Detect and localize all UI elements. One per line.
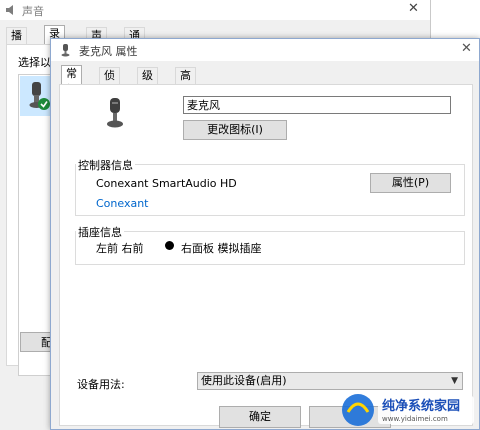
- device-usage-value: 使用此设备(启用): [201, 374, 287, 387]
- svg-text:www.yidaimei.com: www.yidaimei.com: [382, 415, 448, 423]
- dialog-close-button[interactable]: ✕: [461, 41, 472, 56]
- change-icon-button[interactable]: 更改图标(I): [183, 120, 287, 140]
- sound-window-close-button[interactable]: ✕: [408, 1, 419, 16]
- vendor-link[interactable]: Conexant: [96, 197, 149, 210]
- selected-device-item[interactable]: [20, 76, 52, 116]
- select-device-label: 选择以: [18, 56, 51, 69]
- general-tab-content: 麦克风 更改图标(I) 控制器信息 Conexant SmartAudio HD…: [59, 84, 473, 426]
- microphone-small-icon: [61, 44, 70, 57]
- sound-window-title: 声音: [22, 5, 44, 18]
- controller-properties-label: 属性(P): [391, 176, 430, 189]
- sound-window-titlebar: [0, 0, 430, 20]
- default-device-check-icon: [38, 98, 50, 110]
- chevron-down-icon: ▼: [451, 376, 458, 386]
- tab-levels[interactable]: 级别: [137, 67, 158, 98]
- microphone-icon: [29, 82, 50, 110]
- tab-general[interactable]: 常规: [61, 65, 82, 96]
- device-usage-label: 设备用法:: [77, 378, 125, 391]
- tab-playback[interactable]: 播放: [6, 27, 27, 58]
- tab-listen[interactable]: 侦听: [99, 67, 120, 98]
- controller-info-title: 控制器信息: [76, 157, 135, 173]
- configure-button[interactable]: 配: [20, 332, 54, 352]
- device-name-input[interactable]: 麦克风: [183, 96, 451, 114]
- speaker-icon: [6, 5, 13, 15]
- jack-description: 右面板 模拟插座: [181, 242, 262, 255]
- microphone-large-icon: [107, 98, 123, 128]
- jack-info-title: 插座信息: [76, 224, 124, 240]
- ok-button[interactable]: 确定: [219, 406, 301, 428]
- controller-name: Conexant SmartAudio HD: [96, 177, 237, 190]
- change-icon-button-label: 更改图标(I): [207, 123, 263, 136]
- jack-color-dot: [165, 241, 174, 250]
- jack-position: 左前 右前: [96, 242, 144, 255]
- device-usage-select[interactable]: 使用此设备(启用) ▼: [197, 372, 463, 390]
- ok-button-label: 确定: [249, 410, 271, 423]
- svg-text:纯净系统家园: 纯净系统家园: [382, 398, 460, 414]
- dialog-title: 麦克风 属性: [79, 45, 138, 58]
- microphone-properties-dialog: 麦克风 属性 ✕ 常规 侦听 级别 高级 麦克风 更改图标(I) 控制器信息 C…: [50, 38, 480, 430]
- site-watermark-logo: 纯净系统家园 www.yidaimei.com: [342, 394, 474, 426]
- controller-properties-button[interactable]: 属性(P): [370, 173, 451, 193]
- tab-advanced[interactable]: 高级: [175, 67, 196, 98]
